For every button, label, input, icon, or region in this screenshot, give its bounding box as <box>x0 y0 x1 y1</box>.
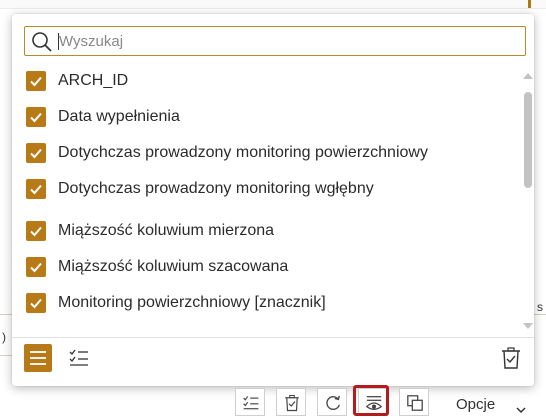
checkbox[interactable] <box>26 179 46 199</box>
refresh-icon <box>326 395 340 411</box>
scroll-up-icon[interactable] <box>522 68 534 86</box>
field-visibility-popup: ARCH_ID Data wypełnienia Dotychczas prow… <box>12 14 534 386</box>
field-label: Dotychczas prowadzony monitoring wgłębny <box>58 180 374 197</box>
list-item[interactable]: Miąższość koluwium mierzona <box>12 213 518 249</box>
options-menu-button[interactable]: Opcje <box>456 396 495 413</box>
show-all-fields-button[interactable] <box>24 344 52 372</box>
list-item[interactable]: Dotychczas prowadzony monitoring wgłębny <box>12 171 518 207</box>
background-text-fragment: s <box>537 300 543 314</box>
list-icon <box>30 351 46 365</box>
show-selected-fields-button[interactable] <box>68 347 90 369</box>
chevron-down-icon[interactable] <box>516 401 526 419</box>
checkbox[interactable] <box>26 293 46 313</box>
field-label: Dotychczas prowadzony monitoring powierz… <box>58 144 428 161</box>
checkbox[interactable] <box>26 71 46 91</box>
field-label: Miąższość koluwium szacowana <box>58 258 289 275</box>
clear-selection-button[interactable] <box>500 346 522 370</box>
field-label: ARCH_ID <box>58 72 129 89</box>
checklist-icon <box>243 396 259 410</box>
footer-divider <box>12 337 534 338</box>
search-input[interactable] <box>59 29 519 53</box>
field-label: Data wypełnienia <box>58 108 180 125</box>
checklist-icon <box>69 349 88 366</box>
zoom-to-button[interactable] <box>399 388 429 416</box>
background-accent-bar <box>528 0 531 8</box>
list-item[interactable]: Data wypełnienia <box>12 99 518 135</box>
scrollbar-thumb[interactable] <box>524 92 532 188</box>
highlight-frame <box>353 385 389 416</box>
copy-icon <box>407 395 423 411</box>
list-item[interactable]: Miąższość koluwium szacowana <box>12 249 518 285</box>
checkbox[interactable] <box>26 143 46 163</box>
search-icon <box>31 31 53 58</box>
refresh-button[interactable] <box>317 388 347 416</box>
list-item[interactable]: ARCH_ID <box>12 63 518 99</box>
trash-check-icon <box>285 394 299 412</box>
field-list: ARCH_ID Data wypełnienia Dotychczas prow… <box>12 63 518 336</box>
list-scrollbar[interactable] <box>521 66 535 330</box>
list-item[interactable]: Dotychczas prowadzony monitoring powierz… <box>12 135 518 171</box>
clear-selection-button[interactable] <box>276 388 306 416</box>
field-label: Miąższość koluwium mierzona <box>58 222 275 239</box>
background-text-fragment: ) <box>2 330 6 344</box>
background-page-edge <box>0 0 546 9</box>
show-selected-button[interactable] <box>235 388 265 416</box>
checkbox[interactable] <box>26 107 46 127</box>
checkbox[interactable] <box>26 221 46 241</box>
scroll-down-icon[interactable] <box>522 318 534 336</box>
checkbox[interactable] <box>26 257 46 277</box>
search-box[interactable] <box>24 26 526 56</box>
table-toolbar <box>232 386 546 416</box>
list-item[interactable]: Monitoring powierzchniowy [znacznik] <box>12 285 518 321</box>
trash-check-icon <box>502 347 520 369</box>
field-label: Monitoring powierzchniowy [znacznik] <box>58 294 326 311</box>
